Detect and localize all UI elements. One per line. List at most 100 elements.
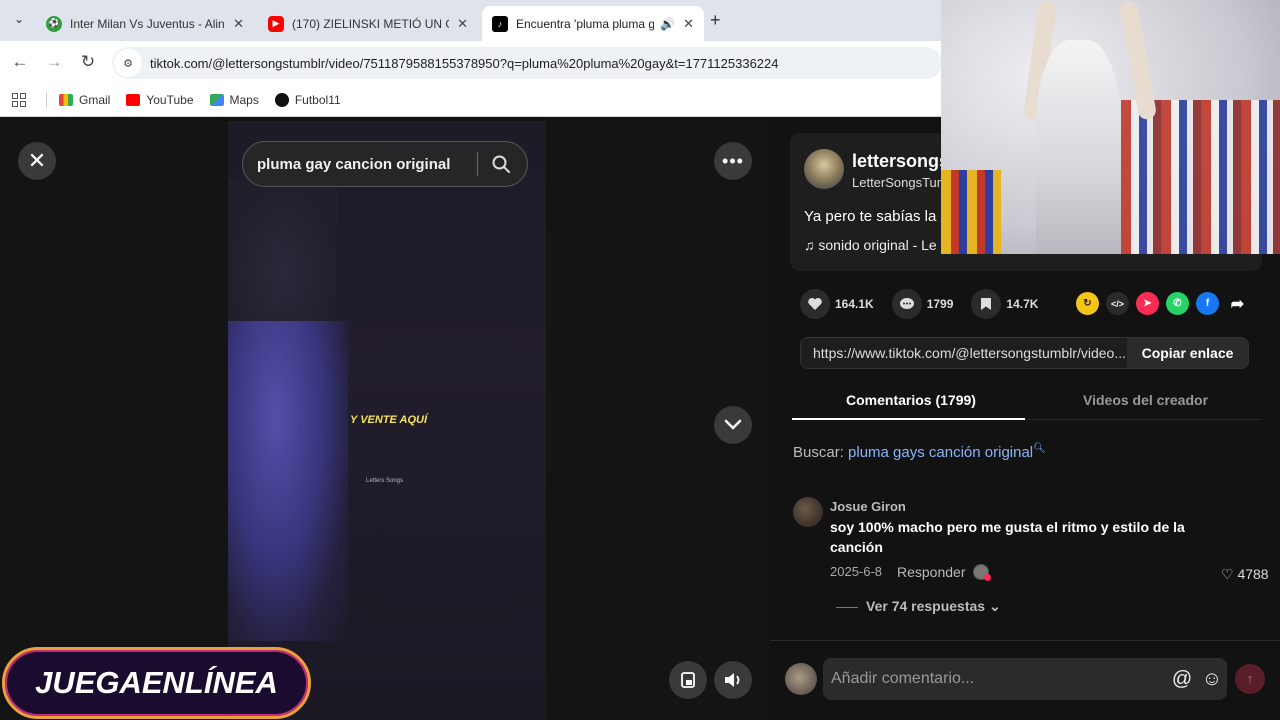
- tab-tiktok[interactable]: ♪ Encuentra 'pluma pluma ga 🔊 ✕: [482, 6, 704, 41]
- close-tab-icon[interactable]: ✕: [233, 16, 244, 32]
- site-info-icon[interactable]: ⚙: [114, 49, 142, 77]
- save-button[interactable]: 14.7K: [971, 289, 1038, 319]
- send-to-friends-icon[interactable]: ➤: [1136, 292, 1159, 315]
- save-count: 14.7K: [1006, 297, 1039, 311]
- like-button[interactable]: 164.1K: [800, 289, 874, 319]
- comment-button[interactable]: 1799: [891, 289, 954, 319]
- brand-logo-text: JUEGAENLÍNEA: [35, 665, 278, 700]
- share-link-text[interactable]: https://www.tiktok.com/@lettersongstumbl…: [801, 345, 1127, 361]
- chevron-down-icon: ⌄: [988, 598, 1001, 614]
- tiktok-icon: ♪: [492, 15, 508, 32]
- video-watermark: Letters Songs: [366, 478, 404, 484]
- tab-title: Inter Milan Vs Juventus - Alinea: [70, 16, 226, 31]
- bookmark-maps[interactable]: Maps: [209, 93, 259, 107]
- music-note-icon: ♫: [804, 237, 819, 253]
- video-figure: [228, 321, 348, 641]
- apps-grid-icon[interactable]: [12, 93, 26, 107]
- comment-text: soy 100% macho pero me gusta el ritmo y …: [830, 519, 1185, 555]
- tab-creator-videos[interactable]: Videos del creador: [1083, 392, 1208, 408]
- bookmark-label: Gmail: [79, 93, 111, 107]
- video-player[interactable]: Y VENTE AQUÍ Letters Songs: [228, 121, 546, 720]
- video-caption-text: Y VENTE AQUÍ: [350, 414, 428, 426]
- comment-placeholder[interactable]: Añadir comentario...: [823, 670, 1167, 688]
- heart-icon: [800, 289, 830, 319]
- post-description: Ya pero te sabías la: [804, 208, 937, 225]
- reply-button[interactable]: Responder: [897, 564, 966, 580]
- football-icon: ⚽: [46, 15, 62, 32]
- comment-input[interactable]: Añadir comentario... @ ☺: [823, 658, 1227, 700]
- share-link-row: https://www.tiktok.com/@lettersongstumbl…: [800, 337, 1249, 369]
- tab-inter-milan[interactable]: ⚽ Inter Milan Vs Juventus - Alinea ✕: [36, 6, 254, 41]
- tab-comments[interactable]: Comentarios (1799): [846, 392, 976, 408]
- device-icon: [681, 672, 695, 688]
- comments-tabs: Comentarios (1799) Videos del creador: [792, 384, 1260, 420]
- video-search-bar[interactable]: pluma gay cancion original: [242, 141, 528, 187]
- futbol11-icon: [274, 93, 289, 107]
- youtube-icon: ▶: [268, 15, 284, 32]
- share-buttons: ↻ </> ➤ ✆ f ➦: [1076, 292, 1256, 315]
- replies-line: [836, 606, 858, 608]
- more-options-button[interactable]: •••: [714, 142, 752, 180]
- mention-icon[interactable]: @: [1167, 668, 1197, 691]
- reload-button[interactable]: ↻: [77, 52, 99, 72]
- volume-button[interactable]: [714, 661, 752, 699]
- url-omnibox[interactable]: ⚙ tiktok.com/@lettersongstumblr/video/75…: [112, 47, 942, 79]
- tab-title: Encuentra 'pluma pluma ga: [516, 16, 655, 31]
- comment-like-count: 4788: [1237, 566, 1269, 582]
- tab-search-button[interactable]: ⌄: [8, 8, 30, 30]
- close-video-button[interactable]: ✕: [18, 142, 56, 180]
- gmail-icon: [59, 94, 73, 106]
- copy-link-button[interactable]: Copiar enlace: [1127, 338, 1248, 368]
- new-tab-button[interactable]: +: [710, 10, 721, 31]
- bookmark-futbol11[interactable]: Futbol11: [274, 93, 341, 107]
- embed-code-icon[interactable]: </>: [1106, 292, 1129, 315]
- creator-liked-badge: [973, 564, 991, 581]
- video-stage[interactable]: Y VENTE AQUÍ Letters Songs: [0, 121, 770, 720]
- mini-player-button[interactable]: [669, 661, 707, 699]
- heart-outline-icon: ♡: [1221, 566, 1238, 582]
- bookmark-label: Futbol11: [294, 93, 341, 107]
- maps-icon: [209, 94, 224, 106]
- webcam-overlay: [941, 0, 1280, 254]
- brand-logo: JUEGAENLÍNEA: [2, 647, 311, 719]
- speaker-icon: [725, 673, 740, 687]
- whatsapp-icon[interactable]: ✆: [1166, 292, 1189, 315]
- search-hint-keyword[interactable]: pluma gays canción original: [848, 444, 1033, 461]
- comment-date: 2025-6-8: [830, 564, 883, 579]
- post-music[interactable]: ♫ sonido original - Le: [804, 237, 937, 253]
- related-search-hint: Buscar: pluma gays canción original🔍︎: [793, 443, 1046, 461]
- comment-like-button[interactable]: ♡ 4788: [1221, 566, 1269, 583]
- engagement-stats: 164.1K 1799 14.7K: [800, 287, 1056, 321]
- jersey-rack: [1121, 100, 1280, 254]
- like-count: 164.1K: [835, 297, 874, 311]
- creator-avatar[interactable]: [804, 149, 844, 189]
- bookmark-youtube[interactable]: YouTube: [126, 93, 194, 107]
- tab-youtube[interactable]: ▶ (170) ZIELINSKI METIÓ UN GOL ✕: [258, 6, 478, 41]
- search-icon[interactable]: [478, 154, 524, 174]
- comment-bubble-icon: [891, 289, 922, 319]
- audio-playing-icon[interactable]: 🔊: [660, 17, 675, 31]
- share-arrow-icon[interactable]: ➦: [1226, 292, 1249, 315]
- my-avatar: [785, 663, 817, 695]
- emoji-icon[interactable]: ☺: [1197, 668, 1227, 691]
- forward-button[interactable]: →: [43, 52, 65, 72]
- close-tab-icon[interactable]: ✕: [457, 16, 468, 32]
- repost-icon[interactable]: ↻: [1076, 292, 1099, 315]
- commenter-avatar[interactable]: [793, 497, 823, 527]
- post-comment-button[interactable]: ↑: [1235, 664, 1265, 694]
- close-tab-icon[interactable]: ✕: [683, 16, 694, 32]
- bookmark-label: YouTube: [146, 93, 194, 107]
- video-search-query[interactable]: pluma gay cancion original: [257, 156, 477, 173]
- back-button[interactable]: ←: [9, 52, 31, 72]
- comment-count: 1799: [926, 297, 954, 311]
- commenter-name[interactable]: Josue Giron: [830, 499, 906, 514]
- view-replies-button[interactable]: Ver 74 respuestas ⌄: [836, 598, 1001, 615]
- search-hint-prefix: Buscar:: [793, 444, 844, 461]
- next-video-button[interactable]: [714, 406, 752, 444]
- webcam-person: [1036, 40, 1121, 254]
- facebook-icon[interactable]: f: [1196, 292, 1219, 315]
- url-text[interactable]: tiktok.com/@lettersongstumblr/video/7511…: [150, 56, 779, 71]
- music-label: sonido original - Le: [818, 237, 937, 253]
- bookmark-icon: [971, 289, 1002, 319]
- bookmark-gmail[interactable]: Gmail: [59, 93, 110, 107]
